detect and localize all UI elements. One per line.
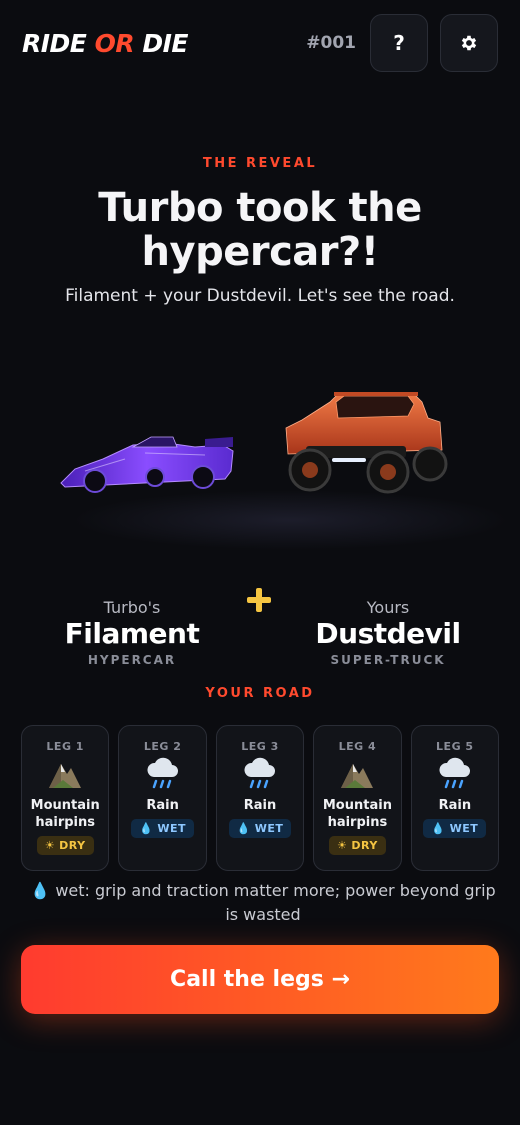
- leg-label: LEG 5: [436, 740, 474, 753]
- settings-button[interactable]: [440, 14, 498, 72]
- condition-badge: 💧 WET: [423, 819, 487, 838]
- reveal-eyebrow: THE REVEAL: [202, 156, 318, 171]
- leg-surface-line1: Rain: [438, 798, 472, 813]
- condition-badge: 💧 WET: [131, 819, 195, 838]
- owner-label: Turbo's: [103, 598, 161, 617]
- leg-label: LEG 3: [241, 740, 279, 753]
- your-car-card: Yours Dustdevil SUPER-TRUCK: [288, 598, 488, 667]
- condition-badge: ☀ DRY: [36, 836, 94, 855]
- super-truck-image: [285, 392, 448, 494]
- leg-card[interactable]: LEG 3 Rain 💧 WET: [215, 725, 305, 871]
- condition-label: DRY: [351, 839, 378, 852]
- leg-surface-line1: Rain: [243, 798, 277, 813]
- reveal-headline: Turbo took the hypercar?!: [98, 185, 422, 275]
- condition-label: DRY: [59, 839, 86, 852]
- leg-card[interactable]: LEG 2 Rain 💧 WET: [118, 725, 207, 871]
- leg-label: LEG 4: [338, 740, 377, 753]
- leg-surface-line1: Mountain: [322, 798, 392, 813]
- call-the-legs-button[interactable]: Call the legs →: [21, 945, 499, 1014]
- rain-cloud-icon: [439, 757, 470, 789]
- help-icon: ?: [393, 31, 405, 55]
- legs-list: LEG 1 Mountain hairpins ☀ DRY LEG 2 Rain…: [21, 725, 500, 871]
- app-screen: RIDE OR DIE #001 ? THE REVEAL Turbo took…: [0, 0, 520, 1125]
- leg-label: LEG 2: [143, 740, 182, 753]
- condition-note-text: wet: grip and traction matter more; powe…: [55, 881, 496, 924]
- leg-card[interactable]: LEG 1 Mountain hairpins ☀ DRY: [21, 725, 110, 871]
- mountain-icon: [49, 764, 82, 788]
- logo-or: OR: [94, 28, 135, 58]
- condition-label: WET: [254, 822, 284, 835]
- leg-card[interactable]: LEG 5 Rain 💧 WET: [410, 725, 500, 871]
- condition-badge: 💧 WET: [228, 819, 292, 838]
- logo-ride: RIDE: [22, 28, 87, 58]
- car-class: HYPERCAR: [87, 653, 177, 667]
- road-eyebrow: YOUR ROAD: [205, 686, 315, 701]
- condition-note: 💧 wet: grip and traction matter more; po…: [30, 879, 496, 927]
- condition-label: WET: [157, 822, 187, 835]
- droplet-icon: 💧: [30, 881, 51, 900]
- leg-surface-line1: Rain: [146, 798, 179, 813]
- owner-label: Yours: [366, 598, 410, 617]
- reveal-subline: Filament + your Dustdevil. Let's see the…: [65, 286, 455, 306]
- app-header: RIDE OR DIE #001 ?: [22, 14, 498, 72]
- logo: RIDE OR DIE: [22, 29, 188, 58]
- leg-surface-line1: Mountain: [30, 798, 100, 813]
- leg-label: LEG 1: [46, 740, 84, 753]
- mountain-icon: [341, 764, 374, 788]
- car-name: Dustdevil: [315, 617, 461, 650]
- sun-icon: ☀: [337, 839, 348, 852]
- rain-cloud-icon: [244, 757, 276, 789]
- leg-surface-line2: hairpins: [327, 815, 388, 830]
- condition-label: WET: [449, 822, 479, 835]
- droplet-icon: 💧: [139, 822, 154, 835]
- leg-surface-line2: hairpins: [35, 815, 96, 830]
- droplet-icon: 💧: [236, 822, 251, 835]
- car-name: Filament: [64, 617, 200, 650]
- rain-cloud-icon: [147, 757, 178, 789]
- logo-die: DIE: [142, 28, 188, 58]
- car-class: SUPER-TRUCK: [330, 653, 446, 667]
- hypercar-image: [60, 436, 234, 493]
- gear-icon: [461, 35, 477, 51]
- droplet-icon: 💧: [431, 822, 446, 835]
- plus-icon: [247, 588, 271, 612]
- cars-showcase: [30, 340, 510, 560]
- sun-icon: ☀: [44, 839, 56, 852]
- turbo-car-card: Turbo's Filament HYPERCAR: [32, 598, 232, 667]
- help-button[interactable]: ?: [370, 14, 428, 72]
- condition-badge: ☀ DRY: [329, 836, 386, 855]
- leg-card[interactable]: LEG 4 Mountain hairpins ☀ DRY: [313, 725, 402, 871]
- run-id: #001: [306, 33, 356, 53]
